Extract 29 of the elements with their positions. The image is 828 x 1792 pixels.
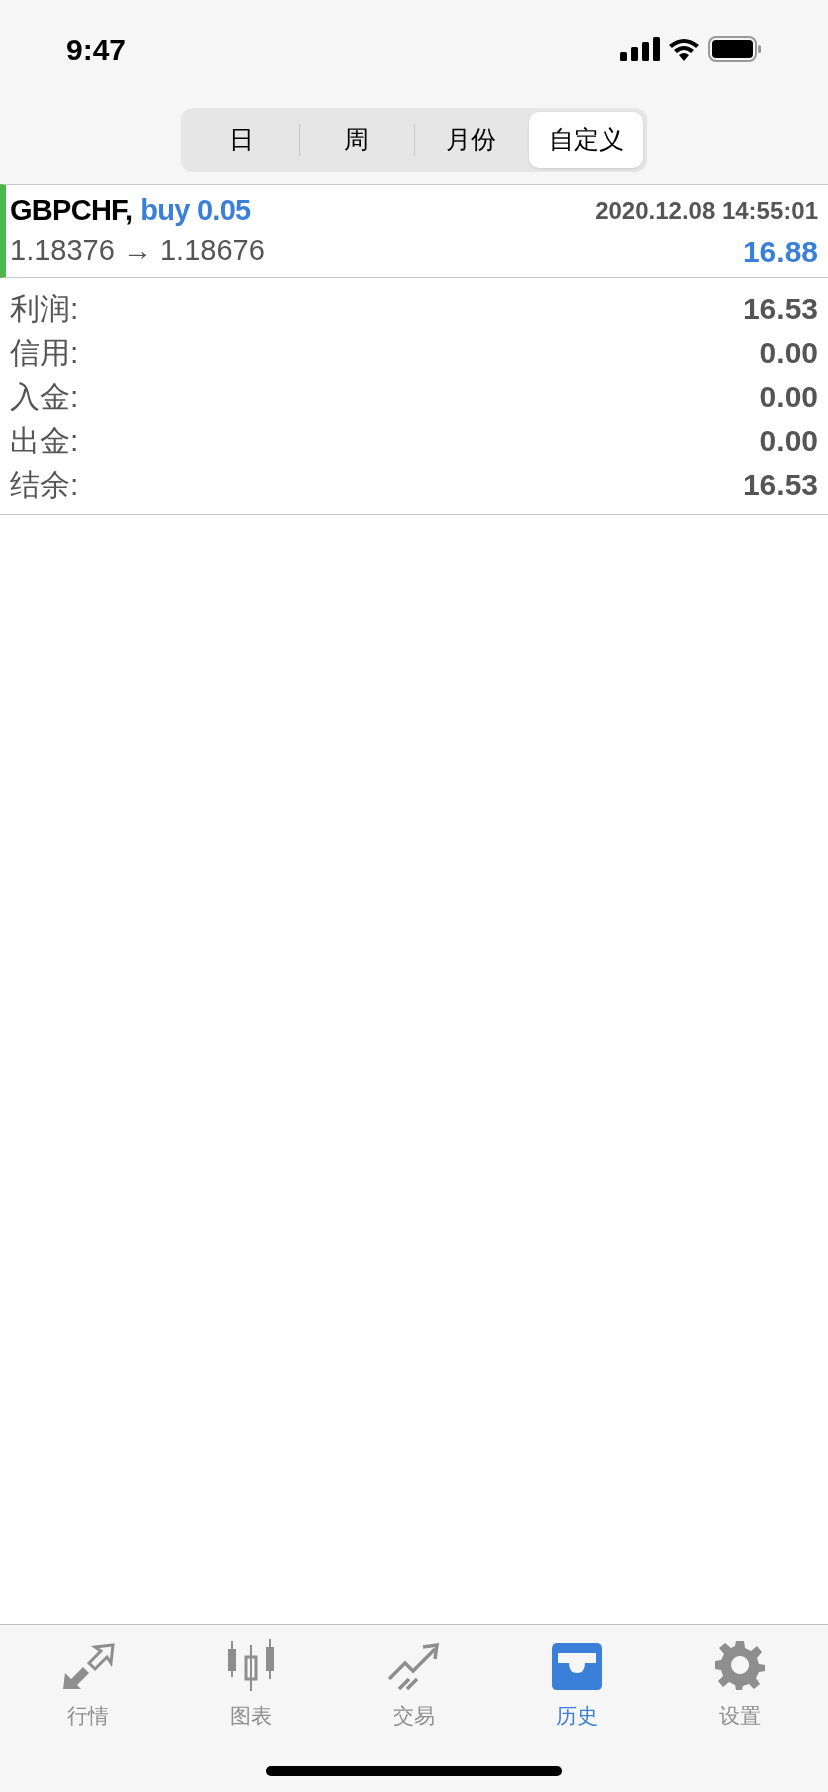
status-time: 9:47 [66, 31, 127, 68]
summary-label: 利润: [10, 290, 79, 327]
trade-time: 2020.12.08 14:55:01 [595, 196, 818, 226]
tab-bar-item[interactable]: 历史 [517, 1637, 638, 1731]
summary-value: 16.53 [742, 290, 818, 327]
summary-value: 16.53 [742, 466, 818, 503]
summary-value: 0.00 [759, 422, 818, 459]
trade-symbol: GBPCHF, [10, 193, 133, 229]
period-tab[interactable]: 月份 [414, 112, 529, 168]
trend-arrow-icon [386, 1641, 441, 1691]
summary-label: 入金: [10, 378, 79, 415]
trade-profit: 16.88 [742, 233, 818, 270]
trade-row[interactable]: GBPCHF, buy 0.05 2020.12.08 14:55:01 1.18376 → 1.18676 16.88 [0, 184, 828, 278]
summary-label: 结余: [10, 466, 79, 503]
summary-value: 0.00 [759, 378, 818, 415]
summary-label: 信用: [10, 334, 79, 371]
battery-icon [708, 36, 762, 62]
signal-icon [620, 37, 660, 61]
summary-label: 出金: [10, 422, 79, 459]
period-tab[interactable]: 周 [299, 112, 414, 168]
period-tab[interactable]: 自定义 [529, 112, 643, 168]
inbox-tray-icon [551, 1641, 604, 1691]
summary-value: 0.00 [759, 334, 818, 371]
trade-action: buy 0.05 [140, 193, 251, 229]
diagonal-arrows-icon [60, 1643, 115, 1691]
trade-prices: 1.18376 → 1.18676 [10, 233, 265, 269]
wifi-icon [668, 37, 700, 61]
settings-icon [714, 1639, 767, 1691]
period-tab[interactable]: 日 [185, 112, 299, 168]
